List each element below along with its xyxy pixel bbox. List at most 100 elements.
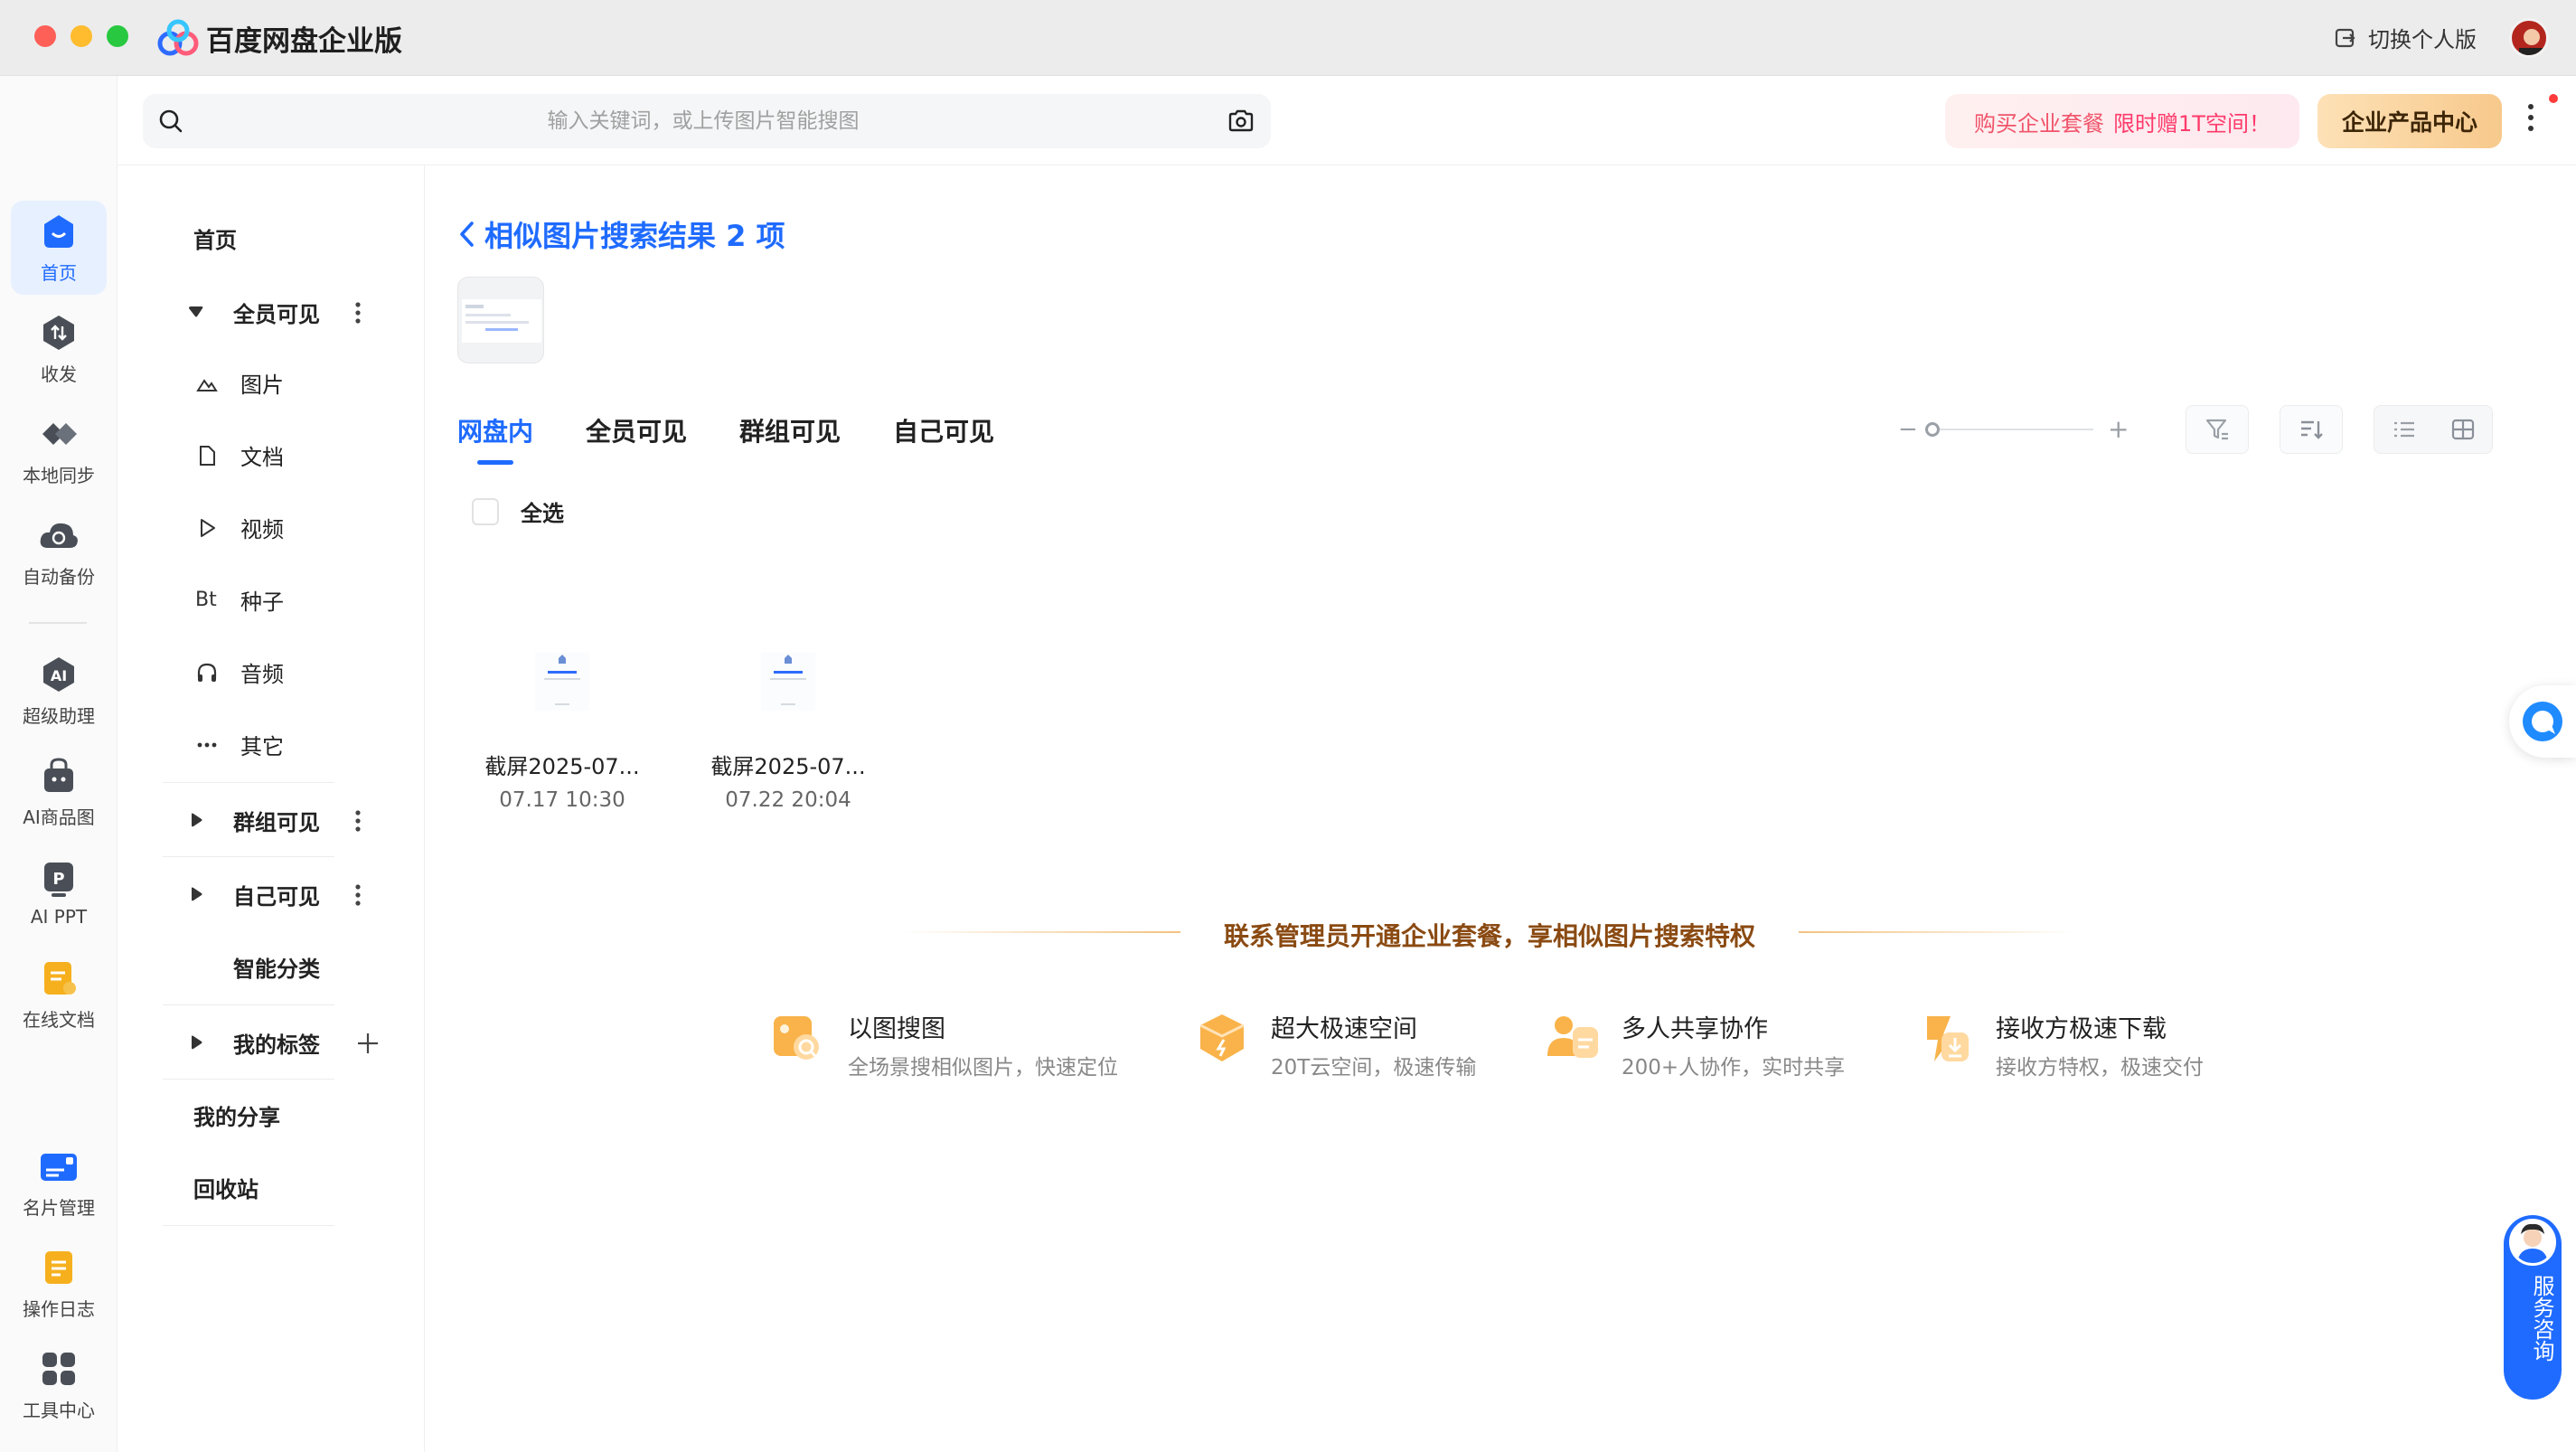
rail-label: 操作日志 (23, 1297, 95, 1320)
more-vertical-icon[interactable] (2525, 101, 2536, 134)
rail-item-backup[interactable]: 自动备份 (11, 504, 107, 599)
slider-track[interactable] (1931, 429, 2093, 430)
video-icon (201, 519, 215, 537)
rail-label: 收发 (41, 363, 77, 385)
sidebar-label: 种子 (240, 589, 284, 615)
sort-icon (2301, 420, 2323, 439)
service-consult-button[interactable]: 服务咨询 (2504, 1215, 2562, 1400)
feature-storage: 超大极速空间 20T云空间，极速传输 (1193, 1009, 1476, 1080)
switch-personal-button[interactable]: 切换个人版 (2334, 22, 2477, 53)
tab-self-visible[interactable]: 自己可见 (893, 412, 994, 448)
switch-personal-label: 切换个人版 (2368, 27, 2477, 52)
slider-handle[interactable] (1925, 422, 1940, 437)
select-all-checkbox[interactable] (472, 497, 499, 525)
rail-item-ai-ppt[interactable]: P AI PPT (11, 846, 107, 940)
file-card[interactable]: 截屏2025-07... 07.22 20:04 (689, 624, 888, 832)
list-view-button[interactable] (2374, 406, 2433, 453)
sidebar-item-home[interactable]: 首页 (118, 211, 425, 265)
file-name: 截屏2025-07... (484, 754, 640, 779)
sidebar-item-document[interactable]: 文档 (118, 428, 425, 482)
tab-netdisk[interactable]: 网盘内 (457, 412, 533, 465)
minimize-window-button[interactable] (71, 25, 92, 47)
sidebar-group-group-visible[interactable]: 群组可见 (118, 793, 425, 847)
rail-item-ai-assistant[interactable]: AI 超级助理 (11, 644, 107, 738)
sidebar-item-image[interactable]: 图片 (118, 355, 425, 410)
add-tag-icon[interactable] (356, 1032, 380, 1055)
sidebar-label: 我的标签 (233, 1032, 320, 1058)
close-window-button[interactable] (34, 25, 56, 47)
rail-label: 在线文档 (23, 1008, 95, 1031)
screenshot-file-icon (761, 653, 815, 711)
thumbnail-size-slider[interactable]: − + (1898, 417, 2129, 442)
query-image-thumbnail[interactable] (457, 277, 544, 363)
baidu-netdisk-logo-icon (157, 19, 199, 56)
grid-view-button[interactable] (2433, 406, 2492, 453)
file-card[interactable]: 截屏2025-07... 07.17 10:30 (463, 624, 662, 832)
sidebar-divider (163, 1225, 334, 1226)
more-vertical-icon[interactable] (354, 883, 362, 907)
feature-title: 以图搜图 (848, 1015, 945, 1043)
rail-item-online-doc[interactable]: 在线文档 (11, 948, 107, 1042)
search-bar (143, 94, 1271, 148)
more-vertical-icon[interactable] (354, 301, 362, 325)
scope-tabs: 网盘内 全员可见 群组可见 自己可见 (457, 412, 994, 465)
rail-item-ai-product[interactable]: AI商品图 (11, 745, 107, 839)
rail-item-log[interactable]: 操作日志 (11, 1237, 107, 1331)
sidebar-item-video[interactable]: 视频 (118, 500, 425, 554)
sidebar-group-self-visible[interactable]: 自己可见 (118, 867, 425, 921)
caret-right-icon[interactable] (186, 1032, 206, 1052)
rail-label: 超级助理 (23, 704, 95, 727)
floating-chat-button[interactable] (2509, 685, 2576, 758)
rail-label: AI PPT (30, 906, 88, 928)
rail-item-sync[interactable]: 本地同步 (11, 403, 107, 497)
rail-item-transfer[interactable]: 收发 (11, 302, 107, 396)
caret-down-icon[interactable] (186, 302, 206, 322)
select-all-row: 全选 (472, 495, 564, 527)
caret-right-icon[interactable] (186, 810, 206, 830)
ai-product-icon (44, 757, 73, 792)
product-center-button[interactable]: 企业产品中心 (2317, 94, 2502, 148)
sort-button[interactable] (2280, 405, 2343, 454)
sidebar-divider (163, 856, 334, 857)
rail-item-home[interactable]: 首页 (11, 201, 107, 295)
upsell-message: 联系管理员开通企业套餐，享相似图片搜索特权 (1224, 921, 1756, 951)
sidebar-item-other[interactable]: 其它 (118, 717, 425, 771)
online-doc-icon (44, 961, 76, 995)
tab-all-visible[interactable]: 全员可见 (586, 412, 687, 448)
back-chevron-icon[interactable] (457, 219, 477, 250)
maximize-window-button[interactable] (107, 25, 128, 47)
svg-text:AI: AI (51, 667, 67, 684)
sidebar-label: 首页 (193, 227, 237, 253)
feature-desc: 20T云空间，极速传输 (1271, 1056, 1477, 1080)
zoom-in-icon[interactable]: + (2108, 417, 2129, 442)
sidebar-group-all-visible[interactable]: 全员可见 (118, 285, 425, 339)
user-avatar[interactable] (2509, 18, 2549, 58)
promo-banner[interactable]: 购买企业套餐 限时赠1T空间！ (1945, 94, 2299, 148)
tab-group-visible[interactable]: 群组可见 (739, 412, 841, 448)
rail-item-card[interactable]: 名片管理 (11, 1136, 107, 1230)
list-view-icon (2393, 421, 2414, 438)
sidebar-label: 视频 (240, 516, 284, 542)
sidebar-item-smart-category[interactable]: 智能分类 (118, 939, 425, 994)
sidebar-item-torrent[interactable]: Bt 种子 (118, 572, 425, 627)
file-name: 截屏2025-07... (710, 754, 866, 779)
sidebar-group-my-tags[interactable]: 我的标签 (118, 1015, 425, 1070)
caret-right-icon[interactable] (186, 884, 206, 904)
feature-title: 接收方极速下载 (1996, 1015, 2167, 1043)
search-icon[interactable] (157, 108, 184, 135)
rail-item-tools[interactable]: 工具中心 (11, 1338, 107, 1432)
sidebar-item-recycle[interactable]: 回收站 (118, 1160, 425, 1214)
zoom-out-icon[interactable]: − (1898, 418, 1918, 441)
log-icon (45, 1250, 72, 1284)
more-vertical-icon[interactable] (354, 809, 362, 833)
home-icon (44, 214, 73, 248)
rail-label: 首页 (41, 261, 77, 284)
sidebar-item-my-share[interactable]: 我的分享 (118, 1088, 425, 1142)
search-input[interactable] (197, 94, 1209, 148)
feature-title: 超大极速空间 (1271, 1015, 1417, 1043)
filter-button[interactable] (2186, 405, 2249, 454)
camera-icon[interactable] (1227, 108, 1255, 134)
sidebar-item-audio[interactable]: 音频 (118, 645, 425, 699)
image-icon (196, 379, 218, 391)
rail-divider (29, 622, 87, 624)
